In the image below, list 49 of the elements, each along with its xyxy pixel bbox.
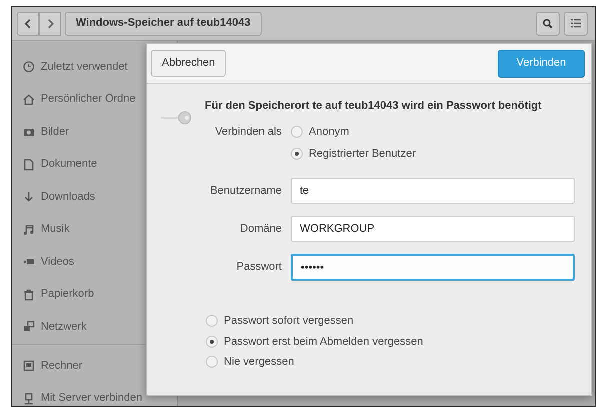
back-button[interactable]: [17, 12, 39, 36]
clock-icon: [23, 61, 35, 73]
text-field[interactable]: te: [291, 178, 575, 204]
network-icon: [23, 321, 35, 333]
field-label: Benutzername: [210, 184, 282, 199]
radio-option[interactable]: Anonym: [291, 124, 416, 140]
sidebar-item[interactable]: Musik: [12, 222, 177, 237]
field-label: Domäne: [240, 222, 282, 237]
connect-button[interactable]: Verbinden: [498, 50, 585, 78]
field-label: Passwort: [236, 260, 282, 276]
sidebar-item[interactable]: Papierkorb: [12, 287, 177, 302]
field-label: Verbinden als: [215, 125, 282, 140]
computer-icon: [23, 360, 35, 372]
trash-icon: [23, 288, 35, 300]
path-bar-button[interactable]: Windows-Speicher auf teub14043: [65, 12, 262, 36]
radio-button[interactable]: [291, 126, 303, 138]
list-icon: [571, 19, 581, 28]
radio-button[interactable]: [206, 315, 218, 328]
view-list-button[interactable]: [564, 12, 588, 36]
sidebar-item[interactable]: Downloads: [12, 190, 177, 204]
radio-button[interactable]: [206, 336, 218, 348]
document-icon: [23, 158, 35, 170]
sidebar-item[interactable]: Persönlicher Ordne: [12, 92, 177, 107]
text-field[interactable]: ••••••: [291, 254, 575, 281]
text-field[interactable]: WORKGROUP: [291, 216, 575, 242]
sidebar-item[interactable]: Netzwerk: [12, 320, 177, 334]
sidebar-item[interactable]: Rechner: [12, 358, 177, 374]
sidebar-item[interactable]: Bilder: [12, 124, 177, 140]
dialog-heading: Für den Speicherort te auf teub14043 wird ein Passwort benötigt: [205, 99, 543, 114]
radio-option[interactable]: Registrierter Benutzer: [291, 146, 416, 162]
forward-button[interactable]: [39, 12, 61, 36]
cancel-button[interactable]: Abbrechen: [151, 50, 226, 77]
radio-option[interactable]: Passwort erst beim Abmelden vergessen: [206, 334, 591, 350]
camera-icon: [23, 126, 35, 138]
download-arrow-icon: [23, 191, 35, 203]
radio-option[interactable]: Passwort sofort vergessen: [206, 313, 591, 330]
music-note-icon: [23, 224, 35, 236]
server-icon: [23, 392, 35, 404]
radio-button[interactable]: [206, 356, 218, 368]
sidebar-item[interactable]: Dokumente: [12, 157, 177, 172]
home-icon: [23, 94, 35, 106]
search-button[interactable]: [536, 12, 560, 36]
radio-button[interactable]: [291, 148, 303, 160]
radio-option[interactable]: Nie vergessen: [206, 354, 591, 370]
chevron-left-icon: [24, 18, 32, 28]
chevron-right-icon: [46, 18, 54, 28]
search-icon: [543, 18, 553, 28]
sidebar-item[interactable]: Videos: [12, 254, 177, 270]
sidebar-item[interactable]: Mit Server verbinden: [12, 391, 177, 406]
